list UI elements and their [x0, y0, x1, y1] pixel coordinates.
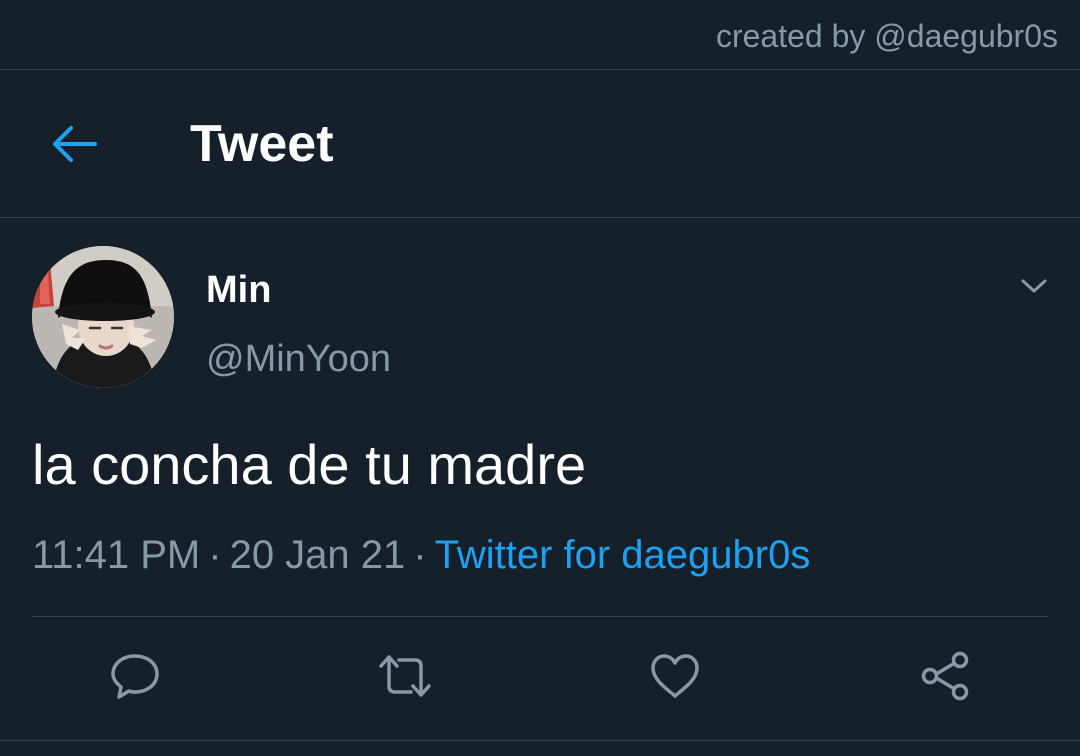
- user-avatar-image: [32, 246, 174, 388]
- author-display-name[interactable]: Min: [206, 268, 271, 312]
- tweet-options-button[interactable]: [1014, 268, 1054, 304]
- meta-separator: ·: [208, 533, 222, 577]
- tweet-meta: 11:41 PM · 20 Jan 21 · Twitter for daegubr0s: [32, 530, 810, 580]
- retweet-icon: [379, 655, 431, 697]
- tweet-time: 11:41 PM: [32, 533, 201, 577]
- meta-separator: ·: [413, 533, 427, 577]
- back-button[interactable]: [44, 118, 104, 170]
- creator-watermark: created by @daegubr0s: [715, 18, 1058, 54]
- tweet-date: 20 Jan 21: [229, 533, 406, 577]
- reply-icon: [111, 654, 159, 699]
- page-title: Tweet: [190, 115, 334, 173]
- reply-button[interactable]: [105, 648, 165, 704]
- bottom-divider: [0, 740, 1080, 741]
- tweet-source-link[interactable]: Twitter for daegubr0s: [435, 533, 811, 577]
- like-button[interactable]: [645, 648, 705, 704]
- header-divider: [0, 217, 1080, 218]
- share-button[interactable]: [915, 648, 975, 704]
- share-icon: [921, 651, 969, 701]
- avatar[interactable]: [32, 246, 174, 388]
- arrow-left-icon: [53, 126, 97, 162]
- author-handle[interactable]: @MinYoon: [206, 336, 391, 382]
- chevron-down-icon: [1021, 279, 1047, 293]
- like-icon: [651, 654, 699, 698]
- tweet-text: la concha de tu madre: [32, 433, 587, 496]
- tweet-header: Tweet: [0, 70, 1080, 217]
- actions-divider: [32, 616, 1048, 617]
- retweet-button[interactable]: [375, 648, 435, 704]
